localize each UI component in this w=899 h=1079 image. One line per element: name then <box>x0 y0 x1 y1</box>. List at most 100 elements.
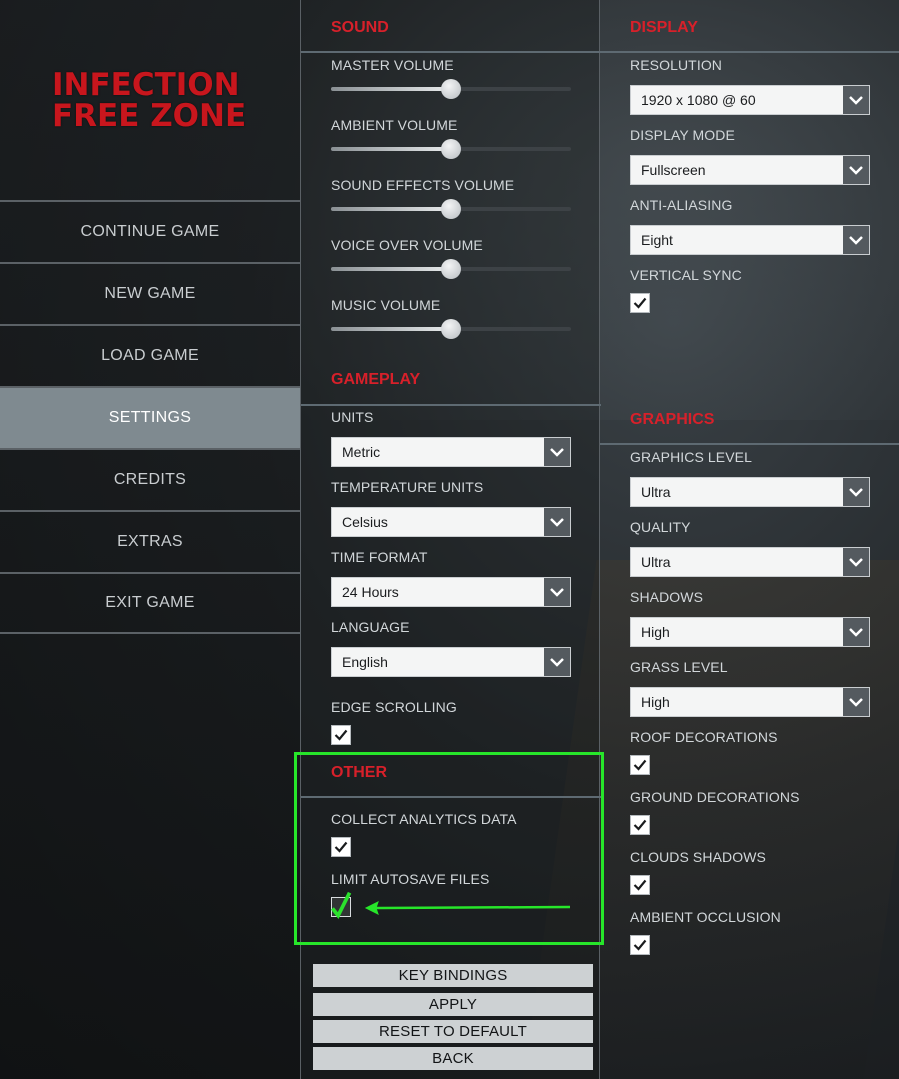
main-menu: CONTINUE GAME NEW GAME LOAD GAME SETTING… <box>0 200 300 634</box>
display-mode-select[interactable]: Fullscreen <box>630 155 870 185</box>
chevron-down-icon[interactable] <box>843 548 869 576</box>
ambient-occlusion-checkbox[interactable] <box>630 935 650 955</box>
slider-label-voice-over-volume: VOICE OVER VOLUME <box>331 237 483 253</box>
master-volume-slider[interactable] <box>331 79 571 99</box>
vertical-sync-checkbox[interactable] <box>630 293 650 313</box>
units-select[interactable]: Metric <box>331 437 571 467</box>
time-format-value: 24 Hours <box>342 584 399 600</box>
chevron-down-icon[interactable] <box>544 648 570 676</box>
slider-knob[interactable] <box>441 319 461 339</box>
menu-item-new-game[interactable]: NEW GAME <box>0 262 300 324</box>
anti-aliasing-value: Eight <box>641 232 673 248</box>
graphics-level-select[interactable]: Ultra <box>630 477 870 507</box>
sound-effects-volume-slider[interactable] <box>331 199 571 219</box>
reset-to-default-button[interactable]: RESET TO DEFAULT <box>313 1020 593 1043</box>
grass-level-select[interactable]: High <box>630 687 870 717</box>
game-logo: INFECTION FREE ZONE <box>52 70 252 132</box>
shadows-select[interactable]: High <box>630 617 870 647</box>
chevron-down-icon[interactable] <box>843 226 869 254</box>
slider-label-music-volume: MUSIC VOLUME <box>331 297 441 313</box>
checkmark-icon <box>633 297 647 309</box>
label-graphics-level: GRAPHICS LEVEL <box>630 449 752 465</box>
slider-label-master-volume: MASTER VOLUME <box>331 57 454 73</box>
slider-fill <box>331 207 451 211</box>
checkmark-icon <box>633 759 647 771</box>
checkmark-icon <box>633 879 647 891</box>
temperature-units-select[interactable]: Celsius <box>331 507 571 537</box>
chevron-down-icon[interactable] <box>843 86 869 114</box>
logo-line-2: FREE ZONE <box>52 98 247 134</box>
section-title-graphics: GRAPHICS <box>630 411 715 428</box>
checkmark-icon <box>334 729 348 741</box>
label-vertical-sync: VERTICAL SYNC <box>630 267 742 283</box>
slider-knob[interactable] <box>441 139 461 159</box>
main-menu-panel: INFECTION FREE ZONE CONTINUE GAME NEW GA… <box>0 0 300 1079</box>
label-shadows: SHADOWS <box>630 589 704 605</box>
units-value: Metric <box>342 444 381 460</box>
section-title-sound: SOUND <box>331 19 389 36</box>
menu-item-extras[interactable]: EXTRAS <box>0 510 300 572</box>
graphics-level-value: Ultra <box>641 484 671 500</box>
slider-label-sound-effects-volume: SOUND EFFECTS VOLUME <box>331 177 515 193</box>
menu-item-load-game[interactable]: LOAD GAME <box>0 324 300 386</box>
menu-item-continue-game[interactable]: CONTINUE GAME <box>0 200 300 262</box>
label-edge-scrolling: EDGE SCROLLING <box>331 699 457 715</box>
chevron-down-icon[interactable] <box>843 156 869 184</box>
slider-knob[interactable] <box>441 259 461 279</box>
voice-over-volume-slider[interactable] <box>331 259 571 279</box>
ground-decorations-checkbox[interactable] <box>630 815 650 835</box>
menu-item-settings[interactable]: SETTINGS <box>0 386 300 448</box>
label-ambient-occlusion: AMBIENT OCCLUSION <box>630 909 781 925</box>
quality-select[interactable]: Ultra <box>630 547 870 577</box>
music-volume-slider[interactable] <box>331 319 571 339</box>
label-temperature-units: TEMPERATURE UNITS <box>331 479 484 495</box>
quality-value: Ultra <box>641 554 671 570</box>
grass-level-value: High <box>641 694 670 710</box>
label-language: LANGUAGE <box>331 619 410 635</box>
label-quality: QUALITY <box>630 519 691 535</box>
slider-fill <box>331 147 451 151</box>
label-time-format: TIME FORMAT <box>331 549 428 565</box>
label-display-mode: DISPLAY MODE <box>630 127 735 143</box>
slider-knob[interactable] <box>441 79 461 99</box>
section-title-display: DISPLAY <box>630 19 698 36</box>
resolution-value: 1920 x 1080 @ 60 <box>641 92 756 108</box>
chevron-down-icon[interactable] <box>544 578 570 606</box>
section-divider <box>600 51 899 53</box>
slider-knob[interactable] <box>441 199 461 219</box>
time-format-select[interactable]: 24 Hours <box>331 577 571 607</box>
section-divider <box>600 443 899 445</box>
chevron-down-icon[interactable] <box>843 478 869 506</box>
chevron-down-icon[interactable] <box>544 438 570 466</box>
anti-aliasing-select[interactable]: Eight <box>630 225 870 255</box>
apply-button[interactable]: APPLY <box>313 993 593 1016</box>
section-divider <box>301 51 601 53</box>
slider-fill <box>331 87 451 91</box>
chevron-down-icon[interactable] <box>544 508 570 536</box>
chevron-down-icon[interactable] <box>843 618 869 646</box>
slider-fill <box>331 267 451 271</box>
resolution-select[interactable]: 1920 x 1080 @ 60 <box>630 85 870 115</box>
settings-column-right: DISPLAY RESOLUTION 1920 x 1080 @ 60 DISP… <box>600 0 899 1079</box>
section-divider <box>301 404 601 406</box>
checkmark-icon <box>633 939 647 951</box>
menu-item-exit-game[interactable]: EXIT GAME <box>0 572 300 634</box>
back-button[interactable]: BACK <box>313 1047 593 1070</box>
chevron-down-icon[interactable] <box>843 688 869 716</box>
label-resolution: RESOLUTION <box>630 57 723 73</box>
ambient-volume-slider[interactable] <box>331 139 571 159</box>
annotation-arrow-icon <box>364 901 571 915</box>
language-select[interactable]: English <box>331 647 571 677</box>
label-roof-decorations: ROOF DECORATIONS <box>630 729 778 745</box>
slider-label-ambient-volume: AMBIENT VOLUME <box>331 117 458 133</box>
roof-decorations-checkbox[interactable] <box>630 755 650 775</box>
section-title-gameplay: GAMEPLAY <box>331 371 421 388</box>
slider-fill <box>331 327 451 331</box>
key-bindings-button[interactable]: KEY BINDINGS <box>313 964 593 987</box>
label-anti-aliasing: ANTI-ALIASING <box>630 197 733 213</box>
logo-line-1: INFECTION <box>52 67 240 103</box>
clouds-shadows-checkbox[interactable] <box>630 875 650 895</box>
display-mode-value: Fullscreen <box>641 162 706 178</box>
menu-item-credits[interactable]: CREDITS <box>0 448 300 510</box>
edge-scrolling-checkbox[interactable] <box>331 725 351 745</box>
